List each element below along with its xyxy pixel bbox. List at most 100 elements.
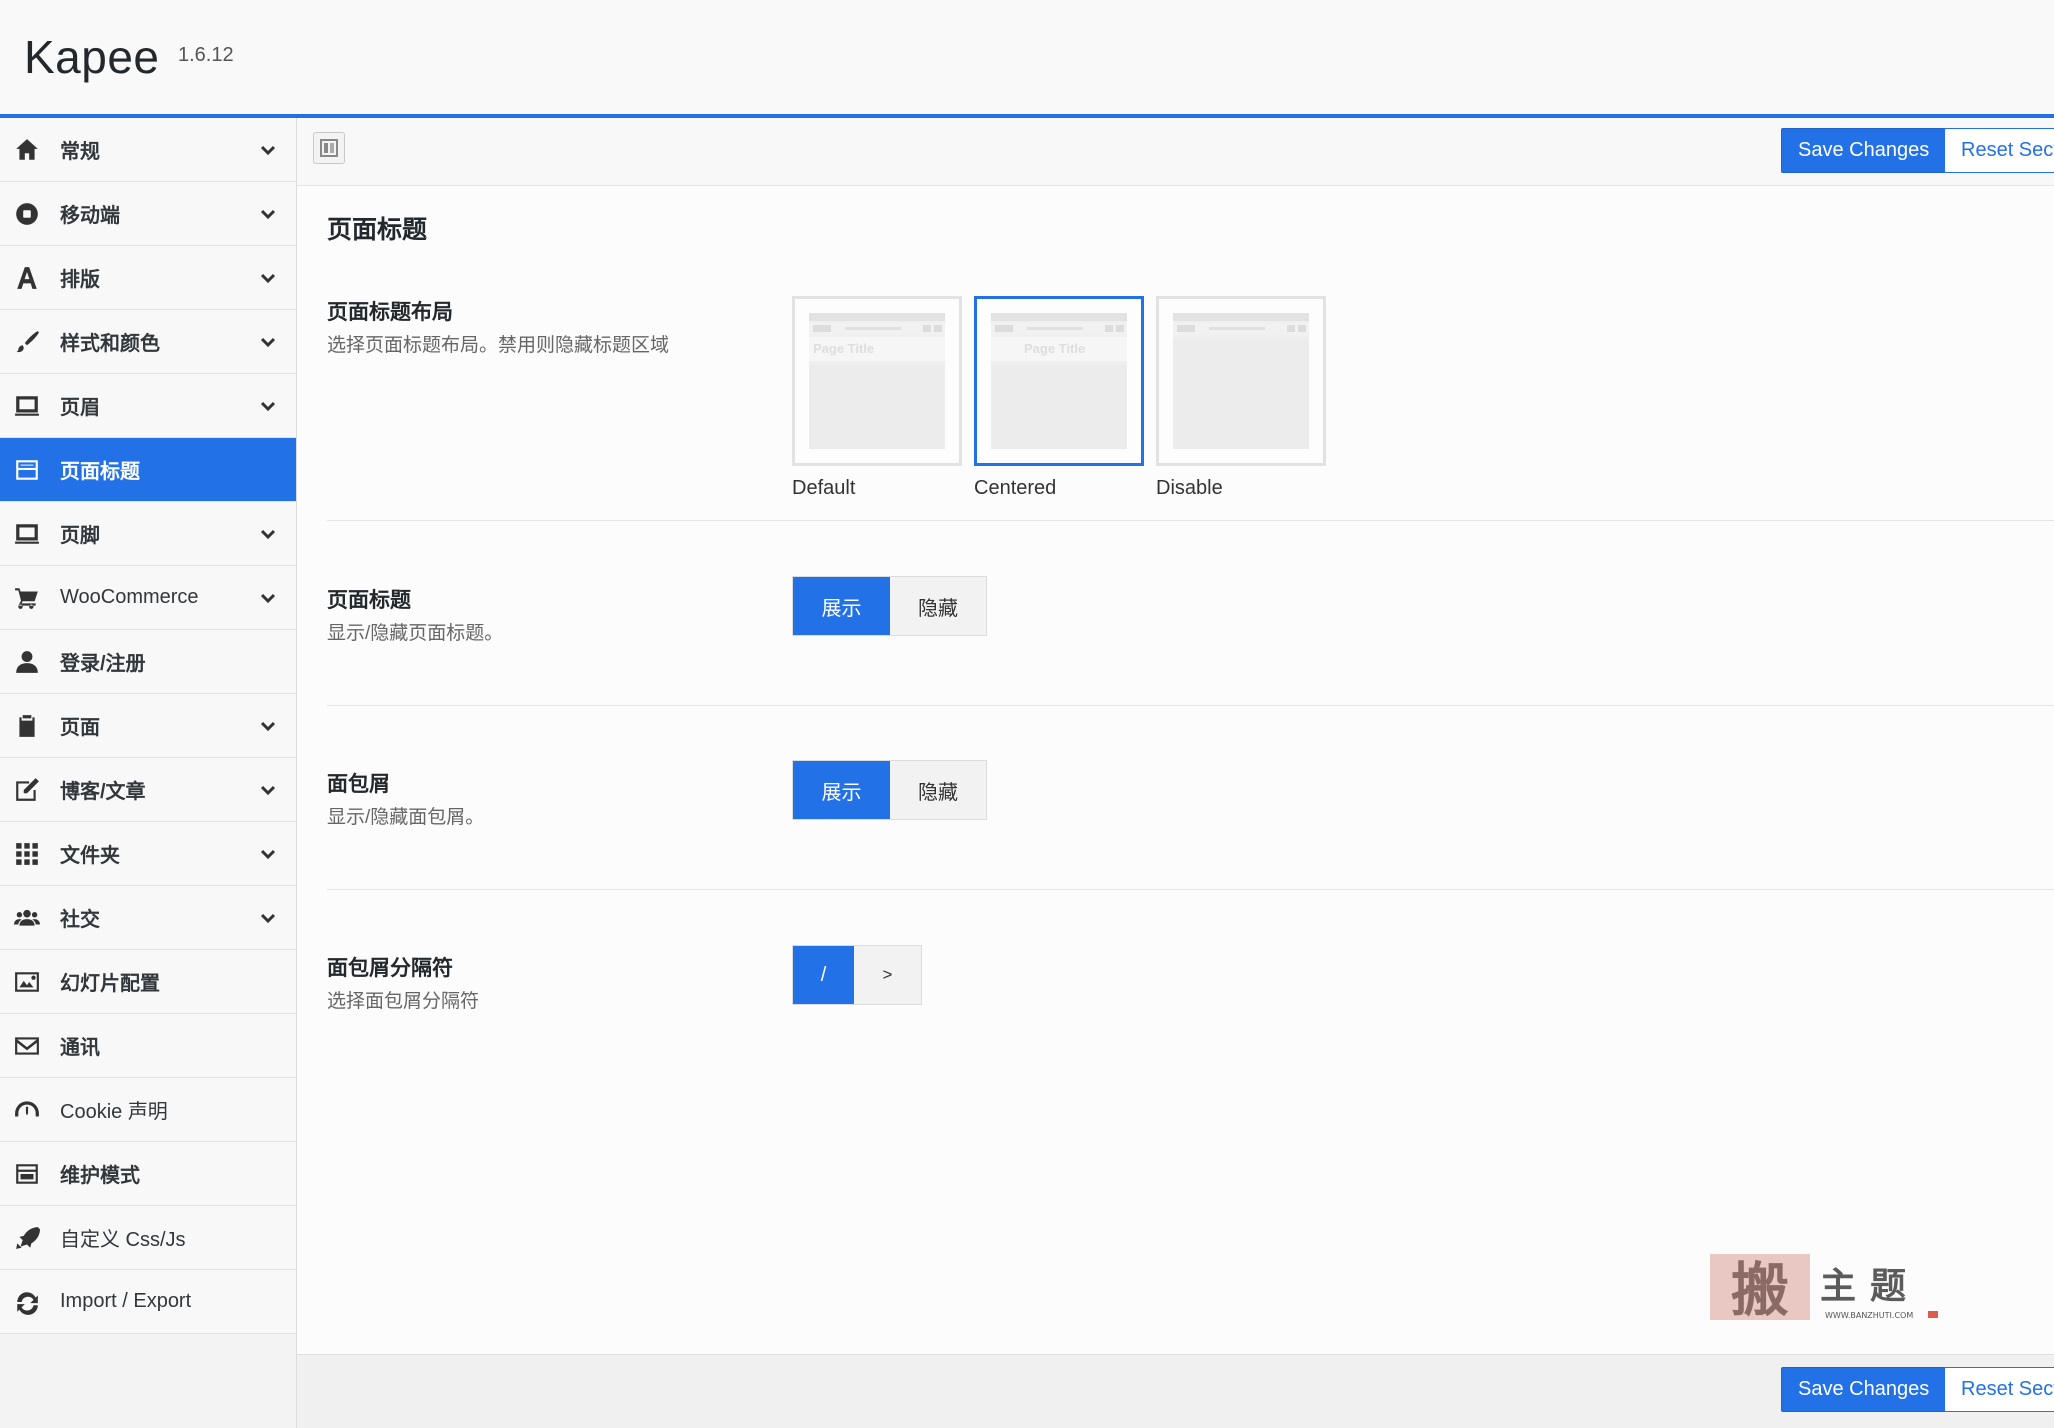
sidebar-item-typography[interactable]: 排版 [0, 246, 296, 310]
reset-section-button[interactable]: Reset Section [1944, 128, 2054, 173]
save-changes-button[interactable]: Save Changes [1781, 128, 1947, 173]
cart-icon [13, 584, 41, 612]
layout-option-caption: Centered [974, 477, 1057, 499]
svg-text:WWW.BANZHUTI.COM: WWW.BANZHUTI.COM [1825, 1311, 1913, 1320]
chevron-down-icon [258, 908, 278, 928]
sidebar-item-page-title[interactable]: 页面标题 [0, 438, 296, 502]
refresh-icon [13, 1288, 41, 1316]
theme-name: Kapee [24, 31, 160, 83]
option-hide-button[interactable]: 隐藏 [890, 577, 986, 635]
breadcrumb-button-set: 展示 隐藏 [792, 760, 987, 820]
header-icon [13, 392, 41, 420]
sidebar-item-label: 登录/注册 [60, 653, 146, 675]
brush-icon [13, 328, 41, 356]
chevron-down-icon [258, 396, 278, 416]
field-description: 选择页面标题布局。禁用则隐藏标题区域 [327, 335, 670, 356]
image-icon [13, 968, 41, 996]
footer-icon [13, 520, 41, 548]
grid-icon [13, 840, 41, 868]
user-icon [13, 648, 41, 676]
options-footer-bar: Save Changes Reset Section [297, 1354, 2054, 1428]
sidebar-item-label: 维护模式 [60, 1165, 140, 1187]
sidebar-item-login-register[interactable]: 登录/注册 [0, 630, 296, 694]
field-breadcrumb-toggle: 面包屑 显示/隐藏面包屑。 展示 隐藏 [327, 760, 2054, 890]
sidebar-item-label: 通讯 [60, 1037, 100, 1059]
layout-option-centered[interactable]: Page Title Centered [974, 296, 1144, 499]
sidebar-item-import-export[interactable]: Import / Export [0, 1270, 296, 1334]
options-panel-header: Kapee 1.6.12 [0, 0, 2054, 118]
sidebar-item-label: 自定义 Css/Js [60, 1229, 186, 1251]
sidebar-item-label: Import / Export [60, 1290, 192, 1312]
layout-option-disable[interactable]: Disable [1156, 296, 1326, 499]
field-page-title-layout: 页面标题布局 选择页面标题布局。禁用则隐藏标题区域 Page Title Def… [327, 296, 2054, 521]
thumbnail-logo [1177, 325, 1195, 332]
sidebar-item-label: 页脚 [60, 525, 100, 547]
delimiter-slash-button[interactable]: / [793, 946, 854, 1004]
field-title: 页面标题 [327, 589, 411, 612]
sidebar-item-mobile[interactable]: 移动端 [0, 182, 296, 246]
field-title: 页面标题布局 [327, 301, 453, 324]
expand-icon [320, 139, 338, 157]
chevron-down-icon [258, 204, 278, 224]
options-sidebar: 常规 移动端 排版 样式和颜色 页眉 页面标题 页脚 WooCommerce 登… [0, 118, 297, 1428]
sidebar-item-label: 幻灯片配置 [60, 973, 160, 995]
sidebar-item-label: 页面 [60, 717, 100, 739]
sidebar-item-label: WooCommerce [60, 586, 199, 608]
typography-icon [13, 264, 41, 292]
sidebar-item-blog[interactable]: 博客/文章 [0, 758, 296, 822]
page-title-button-set: 展示 隐藏 [792, 576, 987, 636]
sidebar-item-pages[interactable]: 页面 [0, 694, 296, 758]
option-show-button[interactable]: 展示 [793, 577, 890, 635]
layout-thumbnail: Page Title [809, 313, 945, 449]
chevron-down-icon [258, 780, 278, 800]
thumbnail-logo [995, 325, 1013, 332]
field-description: 显示/隐藏页面标题。 [327, 623, 504, 644]
option-show-button[interactable]: 展示 [793, 761, 890, 819]
layout-option-caption: Disable [1156, 477, 1223, 499]
thumbnail-page-title: Page Title [813, 341, 875, 356]
sidebar-item-label: Cookie 声明 [60, 1101, 168, 1123]
chevron-down-icon [258, 524, 278, 544]
reset-section-button-footer[interactable]: Reset Section [1944, 1367, 2054, 1412]
edit-icon [13, 776, 41, 804]
maintenance-icon [13, 1160, 41, 1188]
sidebar-item-header[interactable]: 页眉 [0, 374, 296, 438]
page-title-icon [13, 456, 41, 484]
sidebar-item-portfolio[interactable]: 文件夹 [0, 822, 296, 886]
chevron-down-icon [258, 588, 278, 608]
chevron-down-icon [258, 332, 278, 352]
sidebar-item-cookie[interactable]: Cookie 声明 [0, 1078, 296, 1142]
sidebar-item-woocommerce[interactable]: WooCommerce [0, 566, 296, 630]
sidebar-item-custom-css-js[interactable]: 自定义 Css/Js [0, 1206, 296, 1270]
chevron-down-icon [258, 716, 278, 736]
sidebar-item-footer[interactable]: 页脚 [0, 502, 296, 566]
sidebar-item-label: 排版 [60, 269, 100, 291]
sidebar-item-maintenance[interactable]: 维护模式 [0, 1142, 296, 1206]
sidebar-item-styling[interactable]: 样式和颜色 [0, 310, 296, 374]
delimiter-arrow-button[interactable]: > [854, 946, 921, 1004]
save-changes-button-footer[interactable]: Save Changes [1781, 1367, 1947, 1412]
svg-text:搬: 搬 [1731, 1256, 1789, 1324]
expand-options-button[interactable] [313, 132, 345, 164]
sidebar-item-label: 样式和颜色 [60, 333, 160, 355]
rocket-icon [13, 1224, 41, 1252]
option-hide-button[interactable]: 隐藏 [890, 761, 986, 819]
svg-text:主题: 主题 [1820, 1265, 1920, 1307]
layout-option-default[interactable]: Page Title Default [792, 296, 962, 499]
group-icon [13, 904, 41, 932]
delimiter-button-set: / > [792, 945, 922, 1005]
sidebar-item-social[interactable]: 社交 [0, 886, 296, 950]
options-toolbar: Save Changes Reset Section [297, 118, 2054, 186]
chevron-down-icon [258, 844, 278, 864]
chevron-down-icon [258, 140, 278, 160]
sidebar-item-slider[interactable]: 幻灯片配置 [0, 950, 296, 1014]
sidebar-item-label: 社交 [60, 909, 100, 931]
home-icon [13, 136, 41, 164]
sidebar-item-general[interactable]: 常规 [0, 118, 296, 182]
thumbnail-logo [813, 325, 831, 332]
envelope-icon [13, 1032, 41, 1060]
sidebar-item-newsletter[interactable]: 通讯 [0, 1014, 296, 1078]
field-title: 面包屑分隔符 [327, 957, 453, 980]
sidebar-item-label: 页面标题 [60, 461, 140, 483]
layout-thumbnail [1173, 313, 1309, 449]
